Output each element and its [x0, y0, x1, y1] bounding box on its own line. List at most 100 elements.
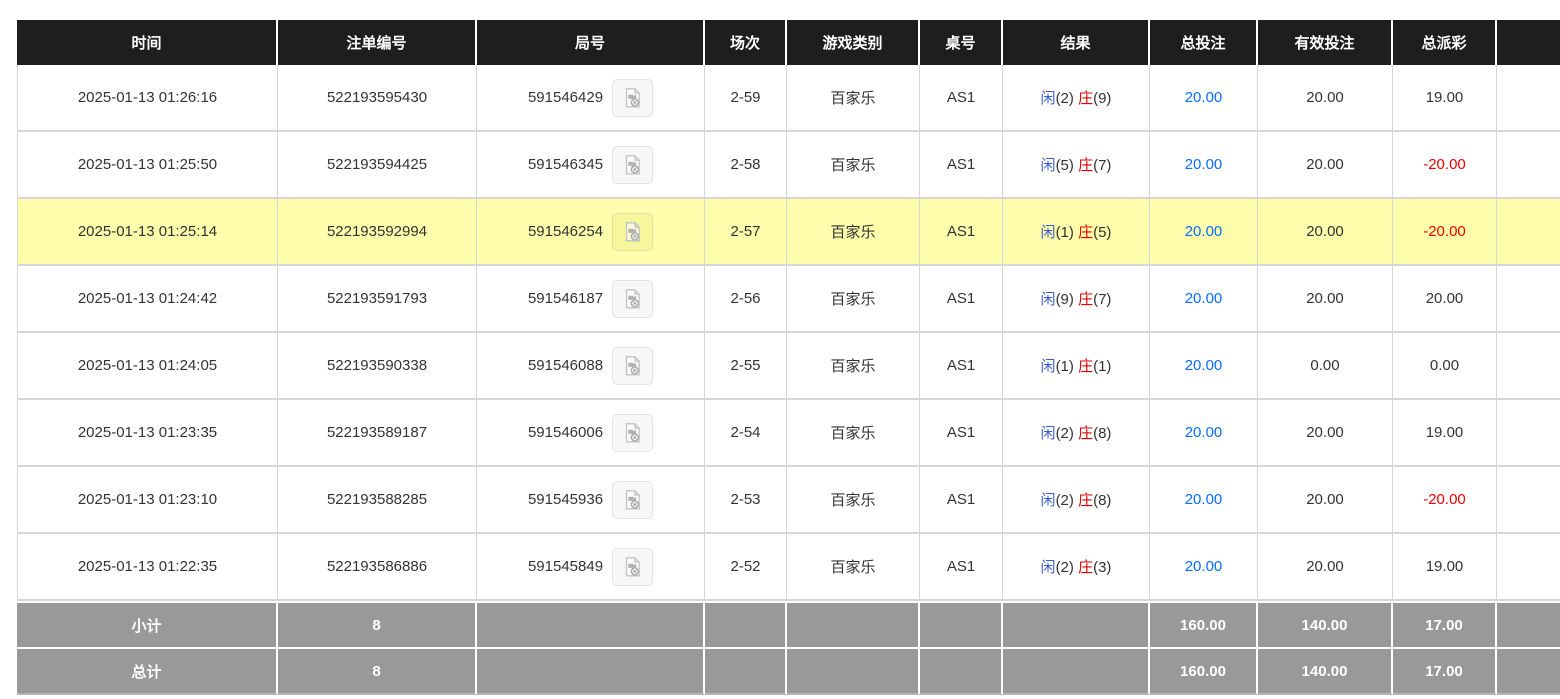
cell-table-no: AS1: [920, 132, 1003, 199]
cell-session: 2-57: [705, 199, 787, 266]
result-banker-label: 庄: [1078, 492, 1093, 509]
summary-count: 8: [278, 601, 477, 647]
table-row[interactable]: 2025-01-13 01:23:10 522193588285 5915459…: [17, 467, 1560, 534]
table-row[interactable]: 2025-01-13 01:23:35 522193589187 5915460…: [17, 400, 1560, 467]
result-player-value: (2): [1056, 425, 1074, 442]
col-header-valid-bet: 有效投注: [1258, 20, 1393, 65]
col-header-session: 场次: [705, 20, 787, 65]
cell-total-bet: 20.00: [1150, 65, 1258, 132]
cell-session: 2-53: [705, 467, 787, 534]
result-banker-value: (5): [1093, 224, 1111, 241]
summary-empty-result: [1003, 647, 1150, 695]
result-banker-label: 庄: [1078, 291, 1093, 308]
cell-game-type: 百家乐: [787, 400, 920, 467]
cell-valid-bet: 20.00: [1258, 132, 1393, 199]
summary-extra: [1497, 647, 1560, 695]
summary-row: 总计 8 160.00 140.00 17.00: [17, 647, 1560, 695]
cell-session: 2-54: [705, 400, 787, 467]
cell-total-bet: 20.00: [1150, 534, 1258, 601]
result-player-label: 闲: [1041, 492, 1056, 509]
col-header-game-type: 游戏类别: [787, 20, 920, 65]
result-banker-value: (8): [1093, 425, 1111, 442]
cell-session: 2-52: [705, 534, 787, 601]
round-id-text: 591546254: [528, 223, 603, 240]
table-row[interactable]: 2025-01-13 01:25:50 522193594425 5915463…: [17, 132, 1560, 199]
cell-bet-id: 522193589187: [278, 400, 477, 467]
result-banker-value: (7): [1093, 157, 1111, 174]
cell-total-bet: 20.00: [1150, 400, 1258, 467]
cell-game-type: 百家乐: [787, 132, 920, 199]
cell-valid-bet: 20.00: [1258, 467, 1393, 534]
result-player-value: (2): [1056, 559, 1074, 576]
video-file-icon: [621, 555, 645, 579]
video-replay-button[interactable]: [612, 146, 653, 184]
cell-time: 2025-01-13 01:26:16: [17, 65, 278, 132]
cell-total-bet: 20.00: [1150, 266, 1258, 333]
col-header-bet-id: 注单编号: [278, 20, 477, 65]
table-row[interactable]: 2025-01-13 01:24:42 522193591793 5915461…: [17, 266, 1560, 333]
cell-bet-id: 522193594425: [278, 132, 477, 199]
cell-table-no: AS1: [920, 333, 1003, 400]
cell-valid-bet: 20.00: [1258, 199, 1393, 266]
summary-valid-bet: 140.00: [1258, 647, 1393, 695]
result-player-value: (9): [1056, 291, 1074, 308]
video-replay-button[interactable]: [612, 79, 653, 117]
table-row[interactable]: 2025-01-13 01:22:35 522193586886 5915458…: [17, 534, 1560, 601]
round-id-text: 591546006: [528, 424, 603, 441]
table-row[interactable]: 2025-01-13 01:26:16 522193595430 5915464…: [17, 65, 1560, 132]
cell-valid-bet: 20.00: [1258, 400, 1393, 467]
summary-total-bet: 160.00: [1150, 601, 1258, 647]
video-replay-button[interactable]: [612, 280, 653, 318]
cell-time: 2025-01-13 01:23:35: [17, 400, 278, 467]
cell-round-id: 591546006: [477, 400, 705, 467]
cell-total-bet: 20.00: [1150, 199, 1258, 266]
cell-time: 2025-01-13 01:25:14: [17, 199, 278, 266]
cell-game-type: 百家乐: [787, 534, 920, 601]
summary-empty-table-no: [920, 601, 1003, 647]
cell-bet-id: 522193595430: [278, 65, 477, 132]
cell-time: 2025-01-13 01:24:42: [17, 266, 278, 333]
cell-table-no: AS1: [920, 266, 1003, 333]
cell-round-id: 591545936: [477, 467, 705, 534]
cell-session: 2-56: [705, 266, 787, 333]
video-replay-button[interactable]: [612, 213, 653, 251]
result-player-label: 闲: [1041, 157, 1056, 174]
cell-payout: 20.00: [1393, 266, 1497, 333]
cell-total-bet: 20.00: [1150, 467, 1258, 534]
cell-session: 2-55: [705, 333, 787, 400]
table-row[interactable]: 2025-01-13 01:24:05 522193590338 5915460…: [17, 333, 1560, 400]
cell-payout: 19.00: [1393, 400, 1497, 467]
summary-empty-game-type: [787, 647, 920, 695]
cell-game-type: 百家乐: [787, 266, 920, 333]
video-replay-button[interactable]: [612, 414, 653, 452]
result-banker-label: 庄: [1078, 559, 1093, 576]
result-player-value: (2): [1056, 492, 1074, 509]
video-replay-button[interactable]: [612, 347, 653, 385]
table-header-row: 时间 注单编号 局号 场次 游戏类别 桌号 结果 总投注 有效投注 总派彩: [17, 20, 1560, 65]
summary-empty-session: [705, 647, 787, 695]
video-replay-button[interactable]: [612, 548, 653, 586]
round-id-text: 591546187: [528, 290, 603, 307]
result-player-label: 闲: [1041, 425, 1056, 442]
cell-payout: 19.00: [1393, 534, 1497, 601]
cell-result: 闲(1) 庄(5): [1003, 199, 1150, 266]
result-banker-label: 庄: [1078, 90, 1093, 107]
summary-empty-session: [705, 601, 787, 647]
cell-game-type: 百家乐: [787, 467, 920, 534]
cell-bet-id: 522193590338: [278, 333, 477, 400]
cell-extra: [1497, 266, 1560, 333]
cell-bet-id: 522193592994: [278, 199, 477, 266]
cell-valid-bet: 20.00: [1258, 266, 1393, 333]
video-file-icon: [621, 287, 645, 311]
video-replay-button[interactable]: [612, 481, 653, 519]
summary-empty-round: [477, 601, 705, 647]
cell-valid-bet: 20.00: [1258, 65, 1393, 132]
cell-round-id: 591546345: [477, 132, 705, 199]
summary-empty-round: [477, 647, 705, 695]
cell-extra: [1497, 534, 1560, 601]
table-row[interactable]: 2025-01-13 01:25:14 522193592994 5915462…: [17, 199, 1560, 266]
cell-round-id: 591546254: [477, 199, 705, 266]
cell-payout: -20.00: [1393, 132, 1497, 199]
cell-total-bet: 20.00: [1150, 132, 1258, 199]
summary-total-bet: 160.00: [1150, 647, 1258, 695]
